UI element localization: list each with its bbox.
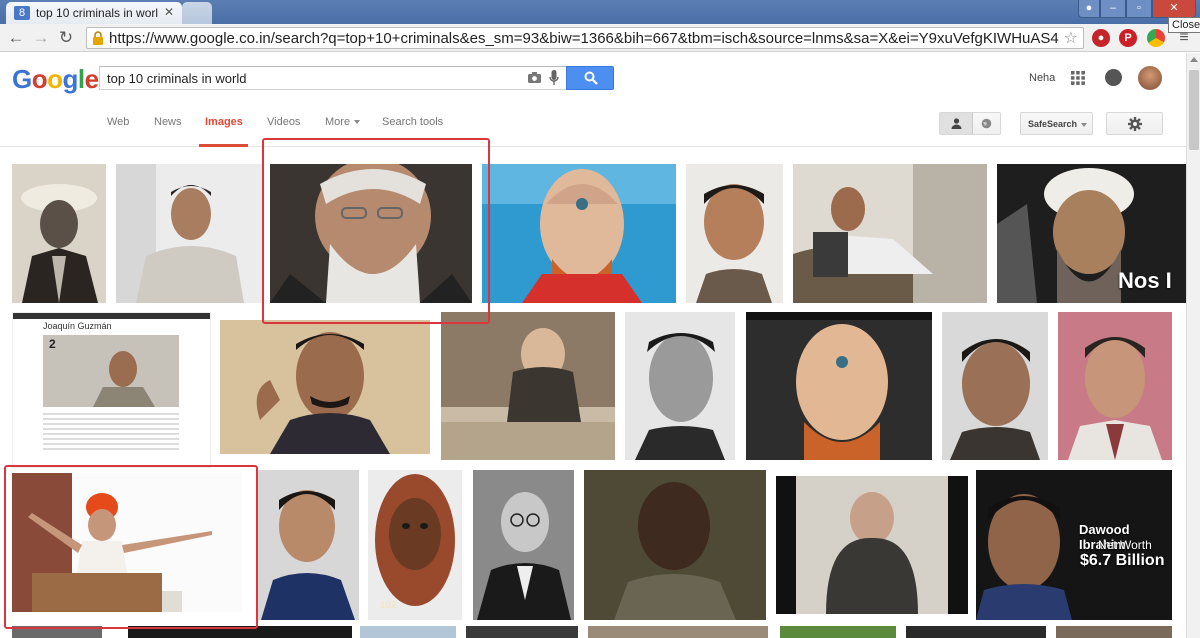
- image-results-grid: Nos I Joaquín Guzmán 2 102 Dawood Ibrahi…: [0, 148, 1186, 638]
- result-image[interactable]: [12, 626, 102, 638]
- page-scrollbar[interactable]: [1186, 53, 1200, 638]
- result-image[interactable]: [1056, 626, 1172, 638]
- gear-icon: [1128, 117, 1142, 131]
- result-image[interactable]: [776, 476, 968, 614]
- google-favicon-icon: 8: [14, 6, 30, 20]
- result-image[interactable]: [473, 470, 574, 620]
- result-image[interactable]: [906, 626, 1046, 638]
- google-logo[interactable]: Google: [12, 64, 99, 95]
- camera-icon[interactable]: [528, 72, 541, 83]
- minimize-button[interactable]: –: [1100, 0, 1126, 18]
- lock-icon: [93, 31, 103, 45]
- globe-icon[interactable]: [973, 113, 1001, 134]
- result-image[interactable]: [257, 470, 359, 620]
- chevron-down-icon: [1081, 122, 1088, 127]
- bookmark-star-icon[interactable]: ☆: [1064, 28, 1078, 48]
- result-image[interactable]: [588, 626, 768, 638]
- chevron-down-icon: [354, 120, 361, 125]
- maximize-button[interactable]: ▫: [1126, 0, 1152, 18]
- result-image[interactable]: [793, 164, 987, 303]
- result-image[interactable]: [686, 164, 783, 303]
- search-query: top 10 criminals in world: [107, 71, 247, 86]
- tab-more[interactable]: More: [325, 116, 361, 128]
- result-image[interactable]: [942, 312, 1048, 460]
- result-image[interactable]: 102: [368, 470, 462, 620]
- avatar[interactable]: [1138, 66, 1162, 90]
- result-image[interactable]: Dawood Ibrahim Net Worth $6.7 Billion: [976, 470, 1172, 620]
- result-image[interactable]: [220, 320, 430, 454]
- tab-more-label: More: [325, 116, 351, 128]
- safesearch-label: SafeSearch: [1028, 119, 1078, 129]
- result-image[interactable]: Nos I: [997, 164, 1186, 303]
- close-window-button[interactable]: ✕: [1152, 0, 1196, 18]
- result-image[interactable]: Joaquín Guzmán 2: [12, 312, 211, 468]
- result-image[interactable]: [584, 470, 766, 620]
- microphone-icon[interactable]: [549, 70, 559, 86]
- pinterest-icon[interactable]: P: [1119, 29, 1137, 47]
- result-label: 102: [380, 600, 397, 611]
- search-tabs: Web News Images Videos More Search tools…: [0, 101, 1186, 147]
- result-image[interactable]: [482, 164, 676, 303]
- result-image[interactable]: [360, 626, 456, 638]
- result-image[interactable]: [780, 626, 896, 638]
- scroll-up-icon[interactable]: [1190, 57, 1198, 62]
- browser-tab-active[interactable]: 8 top 10 criminals in world ✕: [6, 2, 182, 24]
- search-input[interactable]: top 10 criminals in world: [99, 66, 567, 90]
- reload-icon[interactable]: ↻: [56, 28, 76, 48]
- google-header: Google top 10 criminals in world Neha: [0, 53, 1186, 101]
- result-image[interactable]: [270, 164, 472, 303]
- search-icon: [584, 71, 598, 85]
- result-inner-photo: 2: [43, 335, 179, 407]
- result-image[interactable]: [746, 312, 932, 460]
- tab-images[interactable]: Images: [205, 116, 243, 128]
- browser-tab-title: top 10 criminals in world: [36, 6, 158, 20]
- result-image[interactable]: [441, 312, 615, 460]
- result-image[interactable]: [12, 164, 106, 303]
- address-bar[interactable]: https://www.google.co.in/search?q=top+10…: [86, 27, 1084, 49]
- search-button[interactable]: [566, 66, 614, 90]
- view-toggle: [939, 112, 1001, 135]
- notifications-icon[interactable]: [1105, 69, 1122, 86]
- result-image[interactable]: [128, 626, 352, 638]
- url-text: https://www.google.co.in/search?q=top+10…: [109, 30, 1059, 47]
- back-icon[interactable]: ←: [6, 28, 26, 48]
- result-image[interactable]: [466, 626, 578, 638]
- tab-search-tools[interactable]: Search tools: [382, 116, 443, 128]
- result-text-lines: [43, 413, 179, 453]
- person-icon[interactable]: [940, 113, 973, 134]
- result-image[interactable]: [116, 164, 263, 303]
- browser-toolbar: ← → ↻ https://www.google.co.in/search?q=…: [0, 24, 1200, 52]
- close-tab-icon[interactable]: ✕: [164, 5, 174, 19]
- chrome-extension-icon[interactable]: [1147, 29, 1165, 47]
- dawood-subtitle: Net Worth: [1098, 538, 1152, 552]
- result-image[interactable]: [12, 473, 242, 612]
- new-tab-button[interactable]: [182, 2, 212, 24]
- result-image[interactable]: [1058, 312, 1172, 460]
- profile-icon[interactable]: ●: [1078, 0, 1100, 18]
- close-tooltip: Close: [1168, 17, 1200, 33]
- tab-web[interactable]: Web: [107, 116, 129, 128]
- safesearch-dropdown[interactable]: SafeSearch: [1020, 112, 1093, 135]
- extension-icon[interactable]: ●: [1092, 29, 1110, 47]
- result-caption: Joaquín Guzmán: [43, 321, 112, 331]
- scrollbar-thumb[interactable]: [1189, 70, 1199, 150]
- result-overlay-text: Nos I: [1118, 268, 1172, 293]
- settings-button[interactable]: [1106, 112, 1163, 135]
- forward-icon[interactable]: →: [31, 28, 51, 48]
- result-header-bar: [13, 313, 210, 319]
- browser-tab-strip: 8 top 10 criminals in world ✕ ● – ▫ ✕: [0, 0, 1200, 24]
- result-image[interactable]: [625, 312, 735, 460]
- active-tab-indicator: [199, 144, 248, 147]
- user-name[interactable]: Neha: [1029, 72, 1055, 84]
- tab-news[interactable]: News: [154, 116, 182, 128]
- tab-videos[interactable]: Videos: [267, 116, 300, 128]
- apps-grid-icon[interactable]: [1071, 71, 1085, 85]
- dawood-value: $6.7 Billion: [1080, 552, 1165, 569]
